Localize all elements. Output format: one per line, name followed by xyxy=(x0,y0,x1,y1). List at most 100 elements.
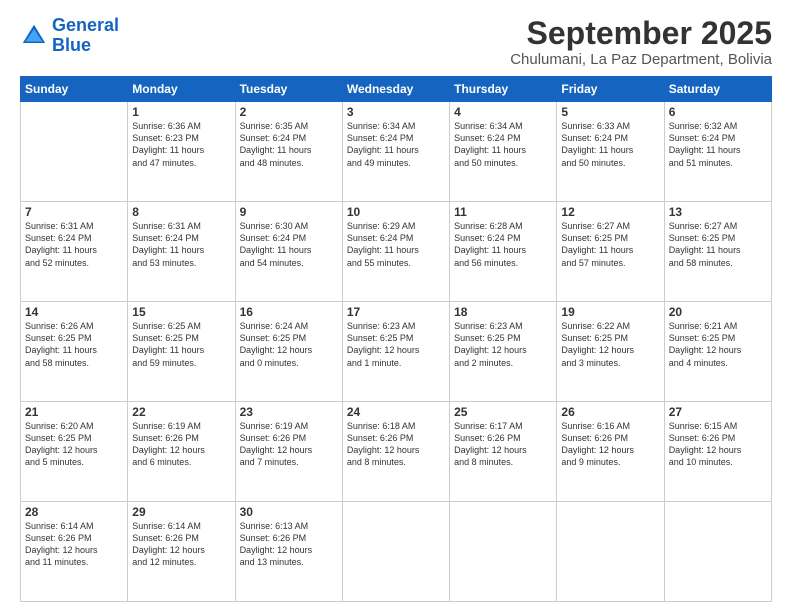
day-number: 19 xyxy=(561,305,659,319)
table-row: 24Sunrise: 6:18 AMSunset: 6:26 PMDayligh… xyxy=(342,402,449,502)
table-row xyxy=(664,502,771,602)
table-row: 9Sunrise: 6:30 AMSunset: 6:24 PMDaylight… xyxy=(235,202,342,302)
calendar-week-4: 28Sunrise: 6:14 AMSunset: 6:26 PMDayligh… xyxy=(21,502,772,602)
day-number: 8 xyxy=(132,205,230,219)
logo-text: General Blue xyxy=(52,16,119,56)
day-info: Sunrise: 6:30 AMSunset: 6:24 PMDaylight:… xyxy=(240,220,338,269)
table-row: 4Sunrise: 6:34 AMSunset: 6:24 PMDaylight… xyxy=(450,102,557,202)
table-row xyxy=(21,102,128,202)
table-row: 7Sunrise: 6:31 AMSunset: 6:24 PMDaylight… xyxy=(21,202,128,302)
day-number: 27 xyxy=(669,405,767,419)
month-title: September 2025 xyxy=(510,16,772,51)
day-number: 10 xyxy=(347,205,445,219)
day-info: Sunrise: 6:27 AMSunset: 6:25 PMDaylight:… xyxy=(669,220,767,269)
day-info: Sunrise: 6:17 AMSunset: 6:26 PMDaylight:… xyxy=(454,420,552,469)
day-number: 13 xyxy=(669,205,767,219)
calendar-week-3: 21Sunrise: 6:20 AMSunset: 6:25 PMDayligh… xyxy=(21,402,772,502)
day-info: Sunrise: 6:28 AMSunset: 6:24 PMDaylight:… xyxy=(454,220,552,269)
calendar-body: 1Sunrise: 6:36 AMSunset: 6:23 PMDaylight… xyxy=(21,102,772,602)
header: General Blue September 2025 Chulumani, L… xyxy=(20,16,772,68)
day-number: 4 xyxy=(454,105,552,119)
day-number: 3 xyxy=(347,105,445,119)
day-info: Sunrise: 6:16 AMSunset: 6:26 PMDaylight:… xyxy=(561,420,659,469)
day-number: 7 xyxy=(25,205,123,219)
day-info: Sunrise: 6:20 AMSunset: 6:25 PMDaylight:… xyxy=(25,420,123,469)
table-row xyxy=(557,502,664,602)
subtitle: Chulumani, La Paz Department, Bolivia xyxy=(510,51,772,68)
table-row: 18Sunrise: 6:23 AMSunset: 6:25 PMDayligh… xyxy=(450,302,557,402)
day-info: Sunrise: 6:15 AMSunset: 6:26 PMDaylight:… xyxy=(669,420,767,469)
day-number: 26 xyxy=(561,405,659,419)
calendar-header-row: Sunday Monday Tuesday Wednesday Thursday… xyxy=(21,77,772,102)
day-number: 9 xyxy=(240,205,338,219)
table-row: 10Sunrise: 6:29 AMSunset: 6:24 PMDayligh… xyxy=(342,202,449,302)
day-number: 11 xyxy=(454,205,552,219)
table-row: 26Sunrise: 6:16 AMSunset: 6:26 PMDayligh… xyxy=(557,402,664,502)
day-info: Sunrise: 6:21 AMSunset: 6:25 PMDaylight:… xyxy=(669,320,767,369)
day-number: 30 xyxy=(240,505,338,519)
day-number: 6 xyxy=(669,105,767,119)
table-row: 3Sunrise: 6:34 AMSunset: 6:24 PMDaylight… xyxy=(342,102,449,202)
table-row: 11Sunrise: 6:28 AMSunset: 6:24 PMDayligh… xyxy=(450,202,557,302)
day-number: 18 xyxy=(454,305,552,319)
col-saturday: Saturday xyxy=(664,77,771,102)
day-number: 2 xyxy=(240,105,338,119)
day-info: Sunrise: 6:18 AMSunset: 6:26 PMDaylight:… xyxy=(347,420,445,469)
table-row: 28Sunrise: 6:14 AMSunset: 6:26 PMDayligh… xyxy=(21,502,128,602)
day-info: Sunrise: 6:19 AMSunset: 6:26 PMDaylight:… xyxy=(240,420,338,469)
day-info: Sunrise: 6:13 AMSunset: 6:26 PMDaylight:… xyxy=(240,520,338,569)
day-info: Sunrise: 6:19 AMSunset: 6:26 PMDaylight:… xyxy=(132,420,230,469)
table-row xyxy=(342,502,449,602)
logo-line2: Blue xyxy=(52,35,91,55)
calendar-week-1: 7Sunrise: 6:31 AMSunset: 6:24 PMDaylight… xyxy=(21,202,772,302)
day-info: Sunrise: 6:32 AMSunset: 6:24 PMDaylight:… xyxy=(669,120,767,169)
col-tuesday: Tuesday xyxy=(235,77,342,102)
col-thursday: Thursday xyxy=(450,77,557,102)
table-row: 19Sunrise: 6:22 AMSunset: 6:25 PMDayligh… xyxy=(557,302,664,402)
table-row: 23Sunrise: 6:19 AMSunset: 6:26 PMDayligh… xyxy=(235,402,342,502)
day-info: Sunrise: 6:24 AMSunset: 6:25 PMDaylight:… xyxy=(240,320,338,369)
day-info: Sunrise: 6:25 AMSunset: 6:25 PMDaylight:… xyxy=(132,320,230,369)
table-row: 12Sunrise: 6:27 AMSunset: 6:25 PMDayligh… xyxy=(557,202,664,302)
table-row: 2Sunrise: 6:35 AMSunset: 6:24 PMDaylight… xyxy=(235,102,342,202)
logo-line1: General xyxy=(52,15,119,35)
page: General Blue September 2025 Chulumani, L… xyxy=(0,0,792,612)
day-number: 5 xyxy=(561,105,659,119)
table-row: 5Sunrise: 6:33 AMSunset: 6:24 PMDaylight… xyxy=(557,102,664,202)
table-row: 30Sunrise: 6:13 AMSunset: 6:26 PMDayligh… xyxy=(235,502,342,602)
day-number: 24 xyxy=(347,405,445,419)
col-wednesday: Wednesday xyxy=(342,77,449,102)
table-row: 17Sunrise: 6:23 AMSunset: 6:25 PMDayligh… xyxy=(342,302,449,402)
title-block: September 2025 Chulumani, La Paz Departm… xyxy=(510,16,772,68)
logo: General Blue xyxy=(20,16,119,56)
logo-icon xyxy=(20,22,48,50)
table-row: 25Sunrise: 6:17 AMSunset: 6:26 PMDayligh… xyxy=(450,402,557,502)
table-row: 22Sunrise: 6:19 AMSunset: 6:26 PMDayligh… xyxy=(128,402,235,502)
table-row: 8Sunrise: 6:31 AMSunset: 6:24 PMDaylight… xyxy=(128,202,235,302)
calendar-week-0: 1Sunrise: 6:36 AMSunset: 6:23 PMDaylight… xyxy=(21,102,772,202)
calendar-week-2: 14Sunrise: 6:26 AMSunset: 6:25 PMDayligh… xyxy=(21,302,772,402)
day-info: Sunrise: 6:22 AMSunset: 6:25 PMDaylight:… xyxy=(561,320,659,369)
day-number: 15 xyxy=(132,305,230,319)
day-number: 20 xyxy=(669,305,767,319)
table-row: 20Sunrise: 6:21 AMSunset: 6:25 PMDayligh… xyxy=(664,302,771,402)
day-number: 21 xyxy=(25,405,123,419)
table-row xyxy=(450,502,557,602)
day-info: Sunrise: 6:31 AMSunset: 6:24 PMDaylight:… xyxy=(132,220,230,269)
day-info: Sunrise: 6:27 AMSunset: 6:25 PMDaylight:… xyxy=(561,220,659,269)
day-info: Sunrise: 6:34 AMSunset: 6:24 PMDaylight:… xyxy=(454,120,552,169)
col-monday: Monday xyxy=(128,77,235,102)
table-row: 1Sunrise: 6:36 AMSunset: 6:23 PMDaylight… xyxy=(128,102,235,202)
table-row: 6Sunrise: 6:32 AMSunset: 6:24 PMDaylight… xyxy=(664,102,771,202)
table-row: 21Sunrise: 6:20 AMSunset: 6:25 PMDayligh… xyxy=(21,402,128,502)
day-info: Sunrise: 6:26 AMSunset: 6:25 PMDaylight:… xyxy=(25,320,123,369)
day-info: Sunrise: 6:14 AMSunset: 6:26 PMDaylight:… xyxy=(132,520,230,569)
table-row: 13Sunrise: 6:27 AMSunset: 6:25 PMDayligh… xyxy=(664,202,771,302)
table-row: 16Sunrise: 6:24 AMSunset: 6:25 PMDayligh… xyxy=(235,302,342,402)
day-info: Sunrise: 6:23 AMSunset: 6:25 PMDaylight:… xyxy=(347,320,445,369)
day-info: Sunrise: 6:31 AMSunset: 6:24 PMDaylight:… xyxy=(25,220,123,269)
col-sunday: Sunday xyxy=(21,77,128,102)
table-row: 29Sunrise: 6:14 AMSunset: 6:26 PMDayligh… xyxy=(128,502,235,602)
day-number: 22 xyxy=(132,405,230,419)
day-number: 16 xyxy=(240,305,338,319)
